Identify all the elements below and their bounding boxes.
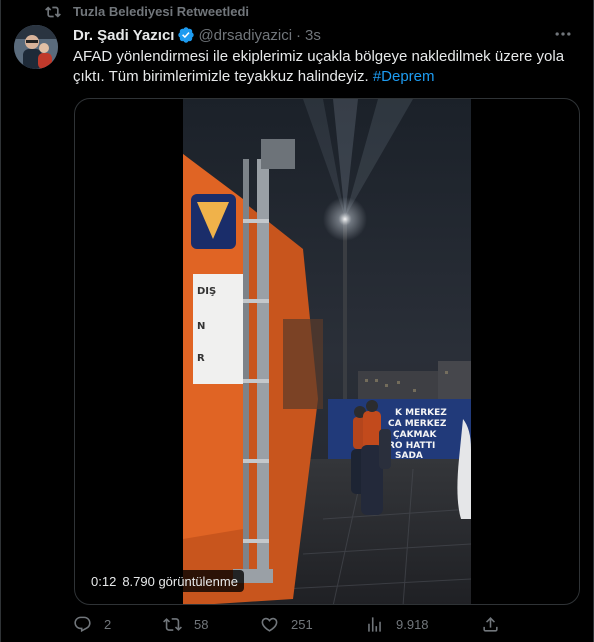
tweet-header: Dr. Şadi Yazıcı @drsadiyazici · 3s bbox=[73, 25, 321, 45]
hashtag-link[interactable]: #Deprem bbox=[373, 68, 435, 85]
tweet-card[interactable]: Tuzla Belediyesi Retweetledi Dr. Şadi Ya… bbox=[0, 0, 594, 642]
vehicle-label: DIŞ bbox=[197, 286, 216, 297]
avatar[interactable] bbox=[14, 25, 58, 69]
like-count: 251 bbox=[291, 616, 313, 632]
more-options-icon[interactable] bbox=[553, 24, 573, 44]
like-button[interactable]: 251 bbox=[260, 612, 313, 636]
share-button[interactable] bbox=[481, 612, 512, 636]
reply-button[interactable]: 2 bbox=[73, 612, 111, 636]
reply-count: 2 bbox=[104, 616, 112, 632]
share-icon bbox=[483, 616, 498, 632]
tweet-timestamp[interactable]: 3s bbox=[305, 27, 321, 44]
reply-icon bbox=[74, 616, 91, 632]
verified-badge-icon bbox=[178, 27, 195, 43]
retweet-icon bbox=[45, 4, 73, 23]
video-duration: 0:12 bbox=[91, 573, 117, 589]
author-handle[interactable]: @drsadiyazici bbox=[198, 27, 292, 44]
retweet-icon bbox=[163, 617, 182, 631]
view-count: 9.918 bbox=[396, 616, 429, 632]
vehicle-label: R bbox=[197, 353, 205, 364]
retweet-button[interactable]: 58 bbox=[163, 612, 208, 636]
tweet-body: AFAD yönlendirmesi ile ekiplerimiz uçakl… bbox=[73, 48, 565, 85]
heart-icon bbox=[261, 617, 278, 632]
banner-line: CA MERKEZ bbox=[388, 419, 447, 429]
video-view-count: 8.790 görüntülenme bbox=[122, 573, 238, 589]
author-name[interactable]: Dr. Şadi Yazıcı bbox=[73, 27, 174, 44]
action-bar: 2 58 251 9.918 bbox=[73, 612, 523, 636]
analytics-icon bbox=[368, 616, 381, 632]
video-frame: K MERKEZ CA MERKEZ ÇAKMAK RO HATTI SADA bbox=[183, 99, 471, 604]
video-info-overlay: 0:12 8.790 görüntülenme bbox=[85, 570, 244, 592]
views-button[interactable]: 9.918 bbox=[365, 612, 429, 636]
banner-line: K MERKEZ bbox=[395, 408, 447, 418]
tweet-text: AFAD yönlendirmesi ile ekiplerimiz uçakl… bbox=[73, 47, 583, 87]
banner-line: ÇAKMAK bbox=[393, 430, 437, 440]
video-player[interactable]: K MERKEZ CA MERKEZ ÇAKMAK RO HATTI SADA bbox=[183, 99, 471, 604]
media-container[interactable]: K MERKEZ CA MERKEZ ÇAKMAK RO HATTI SADA bbox=[74, 98, 580, 605]
retweet-context-label: Tuzla Belediyesi Retweetledi bbox=[73, 4, 250, 19]
banner-line: RO HATTI bbox=[388, 441, 435, 451]
vehicle-label: N bbox=[197, 321, 205, 332]
header-separator: · bbox=[296, 26, 302, 44]
retweet-count: 58 bbox=[194, 616, 209, 632]
